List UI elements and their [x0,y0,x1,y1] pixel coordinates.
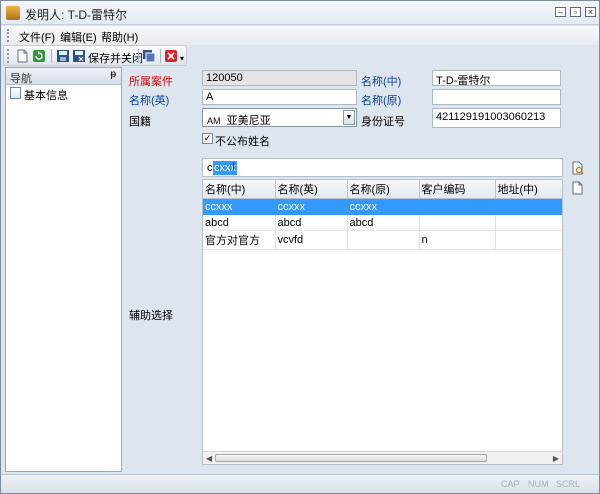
scroll-left-icon[interactable]: ◀ [206,454,212,463]
save-icon[interactable] [56,49,70,63]
toolbar: 保存并关闭 ▾ [3,45,187,66]
case-field[interactable]: 120050 [202,70,357,86]
search-document-icon[interactable] [571,161,584,175]
menu-edit[interactable]: 编辑(E) [60,29,97,45]
status-bar: CAP NUM SCRL [1,474,599,493]
table-cell: ccxxx [203,199,275,215]
table-cell: 官方对官方 [203,231,275,250]
pin-icon[interactable]: ᵽ [110,69,116,80]
assist-search-input[interactable]: c cxxx I [202,158,563,177]
table-cell [419,199,495,215]
table-cell: vcvfd [275,231,347,250]
menu-bar: 文件(F) 编辑(E) 帮助(H) [1,26,599,45]
new-document-icon[interactable] [15,49,29,63]
assist-select-label: 辅助选择 [129,307,173,323]
toolbar-separator [51,49,52,63]
scroll-lock-indicator: SCRL [556,479,580,489]
search-text-prefix: c [207,162,213,174]
restore-button[interactable]: ▫ [570,7,581,17]
nationality-label: 国籍 [129,113,151,129]
assist-grid[interactable]: 名称(中) 名称(英) 名称(原) 客户编码 地址(中) ccxxx ccxxx… [202,179,563,465]
id-number-label: 身份证号 [361,113,405,129]
table-cell [495,215,563,231]
assist-table: 名称(中) 名称(英) 名称(原) 客户编码 地址(中) ccxxx ccxxx… [203,180,563,250]
nav-title: 导航 [10,70,32,86]
name-orig-field[interactable] [432,89,561,105]
toolbar-separator [160,49,161,63]
nav-item-label: 基本信息 [24,87,68,103]
table-cell: ccxxx [275,199,347,215]
column-header[interactable]: 地址(中) [495,180,563,199]
application-window: 发明人: T-D-雷特尔 – ▫ × 文件(F) 编辑(E) 帮助(H) 保存并… [0,0,600,494]
save-close-button[interactable]: 保存并关闭 [88,50,143,66]
hide-name-checkbox[interactable]: ✓ [202,133,213,144]
table-cell: n [419,231,495,250]
hide-name-label: 不公布姓名 [215,133,270,149]
window-title: 发明人: T-D-雷特尔 [25,6,127,23]
app-icon [6,6,20,20]
scroll-right-icon[interactable]: ▶ [553,454,559,463]
table-cell [495,199,563,215]
minimize-button[interactable]: – [555,7,566,17]
menu-file[interactable]: 文件(F) [19,29,55,45]
name-en-label: 名称(英) [129,92,169,108]
table-cell [347,231,419,250]
table-cell [495,231,563,250]
toolbar-separator [138,49,139,63]
nav-item-basic-info[interactable]: 基本信息 [6,85,121,101]
case-label: 所属案件 [129,73,173,89]
table-cell: ccxxx [347,199,419,215]
id-number-field[interactable]: 421129191003060213 [432,108,561,128]
menu-grip-icon[interactable] [7,29,10,42]
document-icon [10,87,21,99]
copy-save-icon[interactable] [142,49,156,63]
navigation-panel: 导航 ᵽ 基本信息 [5,67,122,472]
save-close-icon[interactable] [72,49,86,63]
name-cn-field[interactable]: T-D-雷特尔 [432,70,561,86]
menu-help[interactable]: 帮助(H) [101,29,138,45]
toolbar-grip-icon[interactable] [7,49,10,63]
dropdown-arrow-icon[interactable]: ▼ [343,110,355,125]
scroll-thumb[interactable] [215,454,487,462]
nav-header: 导航 ᵽ [6,68,121,85]
nationality-select[interactable]: AM 亚美尼亚 ▼ [202,108,357,127]
detail-panel: 所属案件 120050 名称(中) T-D-雷特尔 名称(英) A 名称(原) … [125,67,599,472]
table-header-row: 名称(中) 名称(英) 名称(原) 客户编码 地址(中) [203,180,563,199]
name-cn-label: 名称(中) [361,73,401,89]
table-row[interactable]: ccxxx ccxxx ccxxx [203,199,563,215]
table-cell [419,215,495,231]
column-header[interactable]: 名称(英) [275,180,347,199]
delete-icon[interactable] [164,49,178,63]
new-record-icon[interactable] [571,181,584,195]
table-cell: abcd [203,215,275,231]
nationality-value: AM 亚美尼亚 [207,112,271,128]
close-button[interactable]: × [585,7,596,17]
toolbar-overflow-icon[interactable]: ▾ [180,54,184,63]
column-header[interactable]: 名称(原) [347,180,419,199]
caps-lock-indicator: CAP [501,479,520,489]
horizontal-scrollbar[interactable]: ◀ ▶ [203,451,562,464]
column-header[interactable]: 客户编码 [419,180,495,199]
refresh-icon[interactable] [32,49,46,63]
table-row[interactable]: abcd abcd abcd [203,215,563,231]
title-bar: 发明人: T-D-雷特尔 – ▫ × [1,1,599,25]
name-en-field[interactable]: A [202,89,357,105]
table-cell: abcd [275,215,347,231]
column-header[interactable]: 名称(中) [203,180,275,199]
table-row[interactable]: 官方对官方 vcvfd n [203,231,563,250]
text-cursor-icon: I [232,161,235,173]
table-cell: abcd [347,215,419,231]
name-orig-label: 名称(原) [361,92,401,108]
num-lock-indicator: NUM [528,479,549,489]
